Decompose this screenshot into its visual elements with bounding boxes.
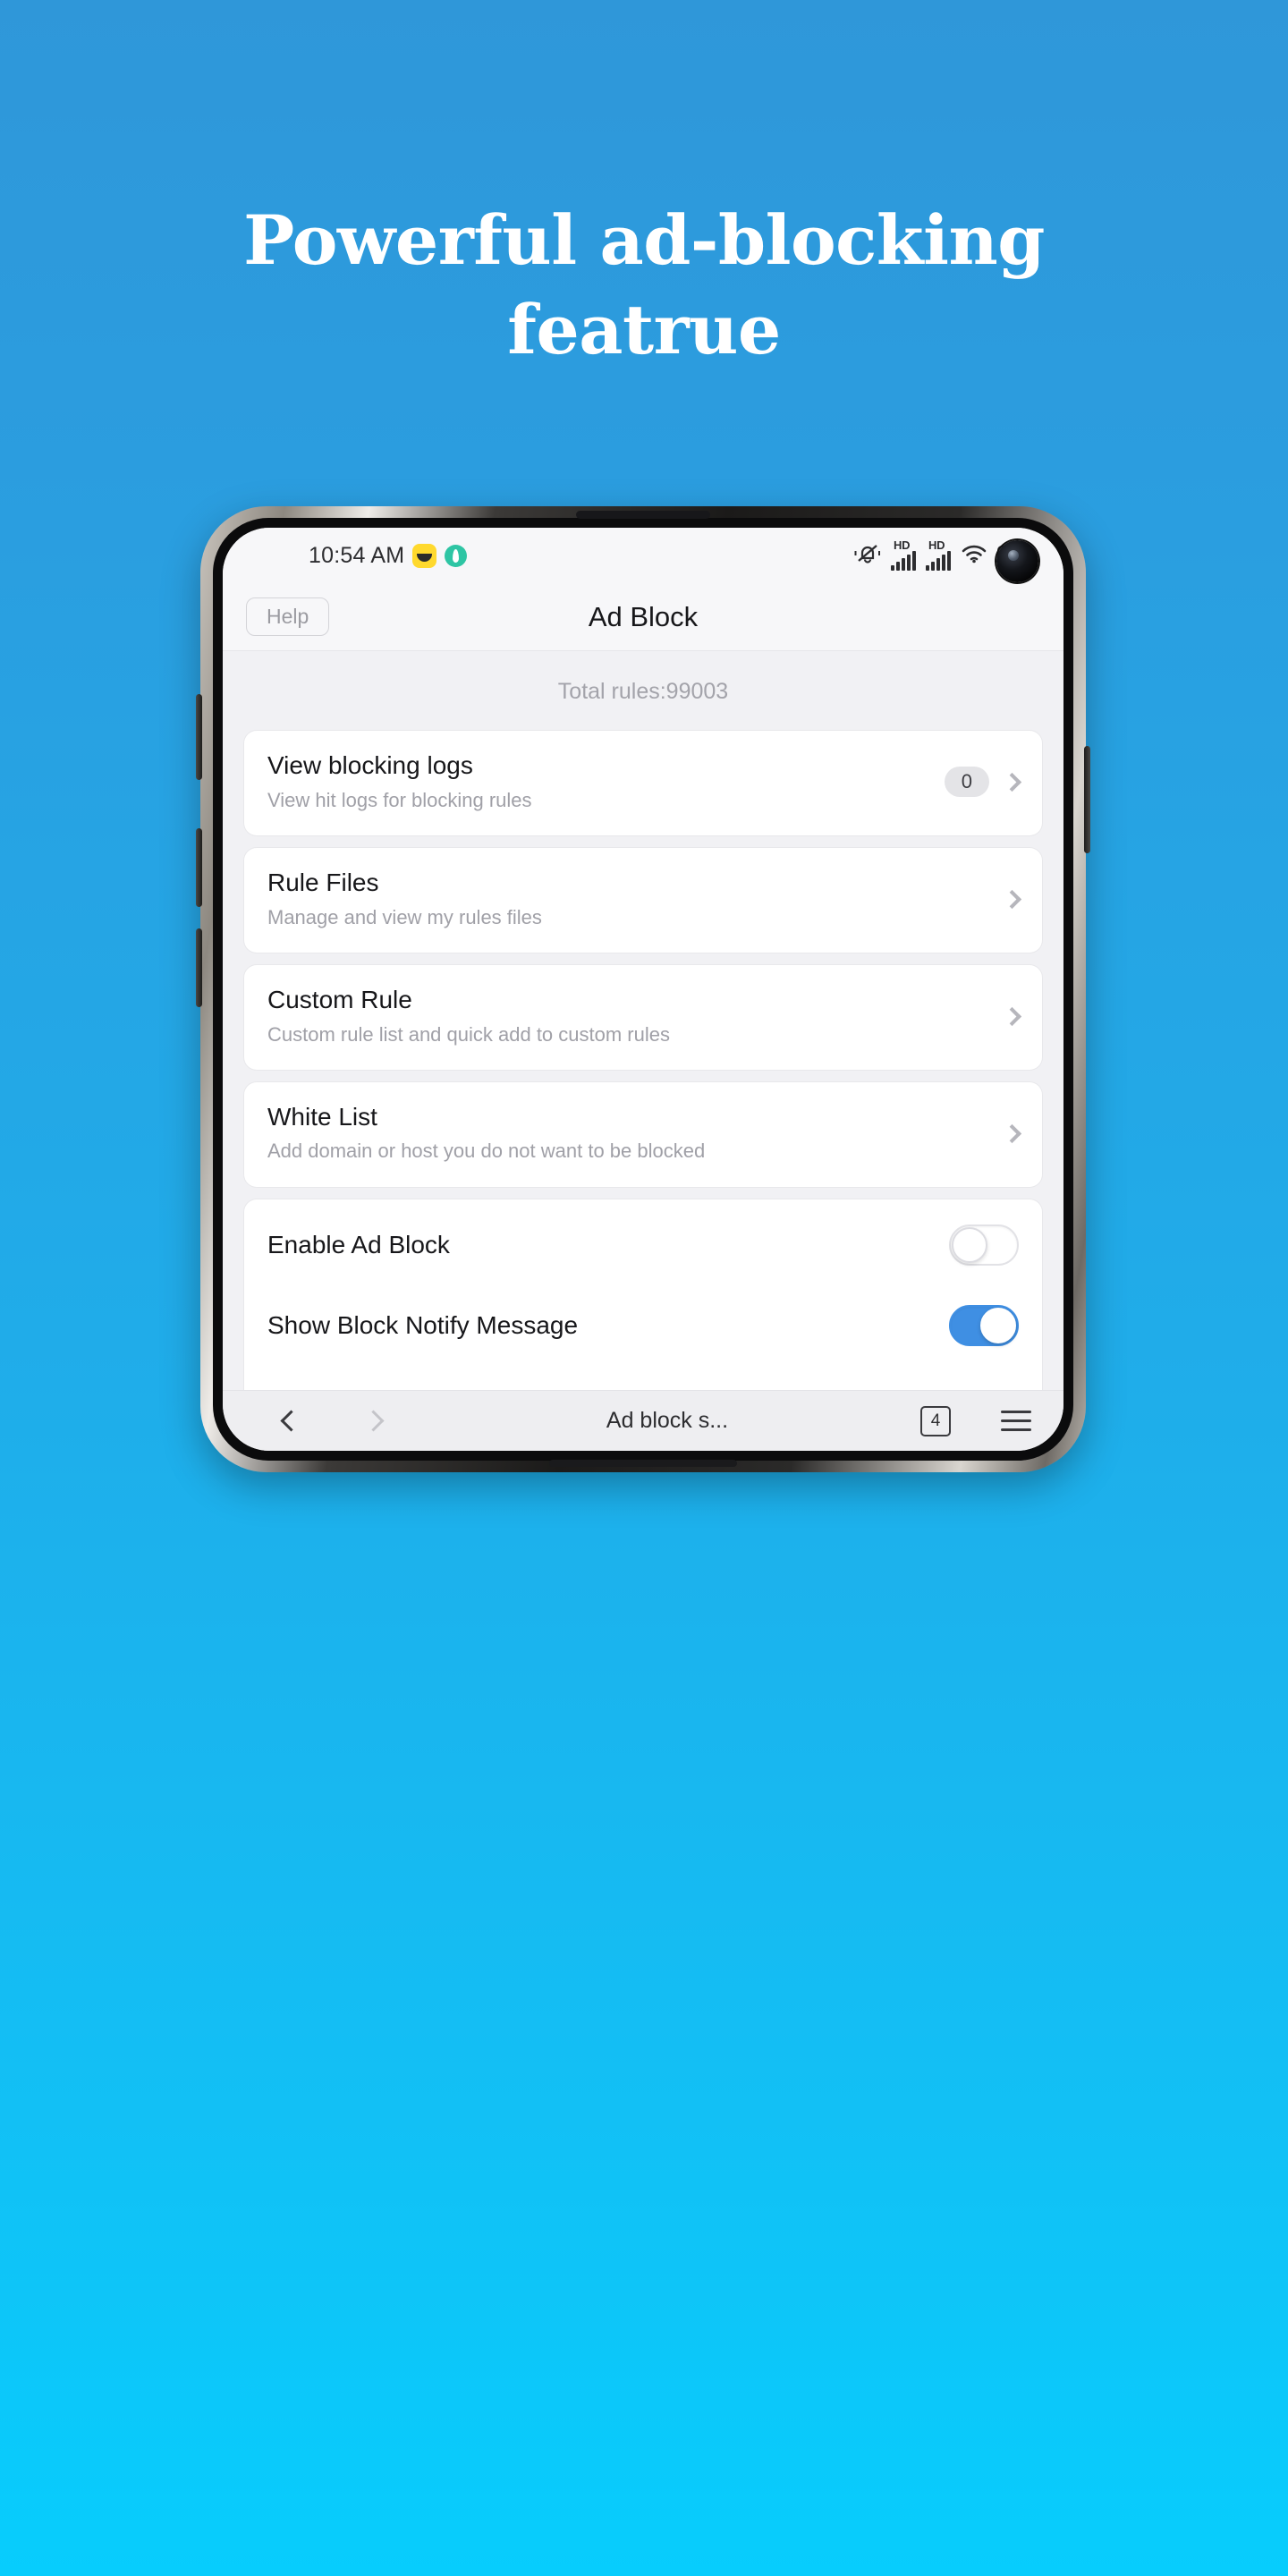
help-button[interactable]: Help [246, 597, 330, 636]
phone-screen: 10:54 AM HD HD Help Ad Block Total rules… [223, 528, 1063, 1451]
wifi-icon [961, 543, 987, 569]
setting-row-strong-blocking[interactable]: Strong Blocking (Experimental Function) … [267, 1366, 1019, 1390]
page-title: Ad Block [588, 600, 699, 632]
toggle-settings-card: Enable Ad Block Show Block Notify Messag… [244, 1199, 1042, 1390]
card-subtitle: Custom rule list and quick add to custom… [267, 1022, 670, 1046]
front-camera-punch-hole [996, 540, 1038, 582]
chevron-right-icon [361, 1410, 385, 1432]
browser-page-title[interactable]: Ad block s... [414, 1408, 920, 1434]
toggle-show-block-notify[interactable] [949, 1304, 1019, 1346]
hd-label-sim2: HD [928, 538, 945, 552]
card-subtitle: Add domain or host you do not want to be… [267, 1140, 706, 1163]
chevron-right-icon [1002, 772, 1022, 792]
chevron-right-icon [1002, 1006, 1022, 1026]
signal-icon-sim2: HD [926, 538, 951, 571]
settings-list[interactable]: Total rules:99003 View blocking logs Vie… [223, 651, 1063, 1390]
status-bar-left: 10:54 AM [309, 542, 468, 569]
card-subtitle: Manage and view my rules files [267, 905, 542, 928]
card-title: White List [267, 1102, 377, 1131]
list-item[interactable]: Custom Rule Custom rule list and quick a… [244, 964, 1042, 1070]
card-title: Custom Rule [267, 985, 412, 1013]
setting-title: Show Block Notify Message [267, 1310, 579, 1339]
phone-extra-button[interactable] [196, 928, 202, 1007]
setting-row-show-block-notify[interactable]: Show Block Notify Message [267, 1285, 1019, 1366]
card-text: Rule Files Manage and view my rules file… [267, 868, 989, 931]
phone-earpiece [576, 511, 710, 519]
card-subtitle: View hit logs for blocking rules [267, 788, 532, 811]
phone-bottom-speaker [549, 1460, 737, 1467]
chevron-right-icon [1002, 889, 1022, 910]
promo-headline: Powerful ad-blocking featrue [0, 200, 1288, 370]
setting-title: Strong Blocking (Experimental Function) [267, 1385, 935, 1390]
list-item[interactable]: Rule Files Manage and view my rules file… [244, 847, 1042, 953]
setting-text: Strong Blocking (Experimental Function) … [267, 1385, 935, 1390]
card-title: View blocking logs [267, 751, 473, 779]
setting-row-enable-ad-block[interactable]: Enable Ad Block [267, 1205, 1019, 1285]
browser-bottom-bar: Ad block s... 4 [223, 1390, 1063, 1451]
setting-text: Enable Ad Block [267, 1230, 935, 1260]
browser-tab-count-button[interactable]: 4 [920, 1405, 951, 1436]
hamburger-menu-icon[interactable] [1001, 1411, 1031, 1431]
status-bar: 10:54 AM HD HD [223, 528, 1063, 583]
headline-line-1: Powerful ad-blocking [243, 200, 1045, 280]
status-badge: 0 [944, 767, 989, 798]
card-text: Custom Rule Custom rule list and quick a… [267, 985, 989, 1048]
hd-label-sim1: HD [894, 538, 911, 552]
card-text: White List Add domain or host you do not… [267, 1102, 989, 1165]
phone-power-button[interactable] [1084, 746, 1090, 853]
card-title: Rule Files [267, 868, 379, 896]
toggle-enable-ad-block[interactable] [949, 1224, 1019, 1266]
status-time: 10:54 AM [309, 542, 405, 568]
bell-muted-icon [854, 542, 881, 570]
app-header: Help Ad Block [223, 583, 1063, 651]
headline-line-2: featrue [507, 290, 781, 370]
teal-app-icon [445, 544, 468, 567]
setting-text: Show Block Notify Message [267, 1310, 935, 1341]
phone-mockup: 10:54 AM HD HD Help Ad Block Total rules… [196, 506, 1090, 1472]
signal-icon-sim1: HD [891, 538, 916, 571]
toggle-knob [952, 1226, 987, 1263]
chevron-right-icon [1002, 1123, 1022, 1143]
card-text: View blocking logs View hit logs for blo… [267, 750, 932, 814]
browser-back-button[interactable] [250, 1410, 332, 1432]
toggle-knob [980, 1307, 1016, 1343]
chevron-left-icon [279, 1410, 302, 1432]
total-rules-label: Total rules:99003 [557, 679, 729, 704]
smiley-icon [412, 543, 437, 568]
list-item[interactable]: White List Add domain or host you do not… [244, 1081, 1042, 1187]
list-item[interactable]: View blocking logs View hit logs for blo… [244, 731, 1042, 835]
phone-volume-down-button[interactable] [196, 828, 202, 907]
browser-forward-button[interactable] [332, 1410, 414, 1432]
phone-volume-up-button[interactable] [196, 694, 202, 780]
setting-title: Enable Ad Block [267, 1230, 450, 1258]
